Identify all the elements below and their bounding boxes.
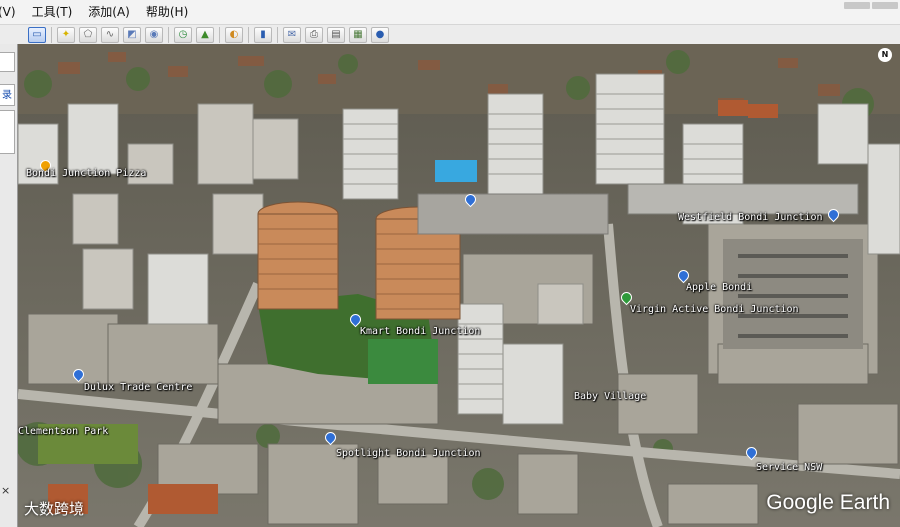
watermark: 大数跨境 — [24, 500, 85, 518]
menu-view[interactable]: (V) — [0, 0, 24, 24]
toolbar: ▭ ✦ ⬠ ∿ ◩ ◉ ◷ ▲ ◐ ▮ ✉ ⎙ ▤ ▦ ● — [0, 24, 900, 46]
window-controls — [844, 2, 898, 9]
polygon-icon[interactable]: ⬠ — [79, 27, 97, 43]
maps-icon[interactable]: ▦ — [349, 27, 367, 43]
place-label[interactable]: Dulux Trade Centre — [84, 382, 192, 393]
close-icon[interactable]: × — [1, 484, 10, 497]
google-earth-logo: Google Earth — [766, 491, 890, 514]
toolbar-separator — [277, 27, 278, 43]
place-label[interactable]: Apple Bondi — [686, 282, 752, 293]
place-label[interactable]: Bondi Junction Pizza — [26, 168, 146, 179]
place-label[interactable]: Baby Village — [574, 391, 646, 402]
place-label[interactable]: Spotlight Bondi Junction — [336, 448, 481, 459]
place-label[interactable]: Virgin Active Bondi Junction — [630, 304, 799, 315]
sunlight-icon[interactable]: ▲ — [196, 27, 214, 43]
path-icon[interactable]: ∿ — [101, 27, 119, 43]
place-label[interactable]: Kmart Bondi Junction — [360, 326, 480, 337]
map-view[interactable]: Bondi Junction Pizza Westfield Bondi Jun… — [18, 44, 900, 527]
save-image-icon[interactable]: ▤ — [327, 27, 345, 43]
historical-imagery-icon[interactable]: ◷ — [174, 27, 192, 43]
earth-icon[interactable]: ● — [371, 27, 389, 43]
menu-bar: (V) 工具(T) 添加(A) 帮助(H) — [0, 0, 900, 24]
menu-tools[interactable]: 工具(T) — [24, 0, 81, 24]
compass-icon[interactable]: N — [878, 48, 892, 62]
sidebar: 录 × — [0, 44, 18, 527]
email-icon[interactable]: ✉ — [283, 27, 301, 43]
sidebar-tab-label[interactable]: 录 — [0, 84, 15, 106]
sidebar-toggle-icon[interactable]: ▭ — [28, 27, 46, 43]
toolbar-separator — [168, 27, 169, 43]
placemark-icon[interactable]: ✦ — [57, 27, 75, 43]
menu-help[interactable]: 帮助(H) — [138, 0, 196, 24]
print-icon[interactable]: ⎙ — [305, 27, 323, 43]
minimize-button[interactable] — [844, 2, 870, 9]
sidebar-tab[interactable] — [0, 52, 15, 72]
maximize-button[interactable] — [872, 2, 898, 9]
place-label[interactable]: Service NSW — [756, 462, 822, 473]
sidebar-panel — [0, 110, 15, 154]
ruler-icon[interactable]: ▮ — [254, 27, 272, 43]
image-overlay-icon[interactable]: ◩ — [123, 27, 141, 43]
toolbar-separator — [219, 27, 220, 43]
place-label[interactable]: Westfield Bondi Junction — [678, 212, 823, 223]
toolbar-separator — [248, 27, 249, 43]
menu-add[interactable]: 添加(A) — [80, 0, 138, 24]
toolbar-separator — [51, 27, 52, 43]
place-label[interactable]: Clementson Park — [18, 426, 108, 437]
planets-icon[interactable]: ◐ — [225, 27, 243, 43]
tour-icon[interactable]: ◉ — [145, 27, 163, 43]
